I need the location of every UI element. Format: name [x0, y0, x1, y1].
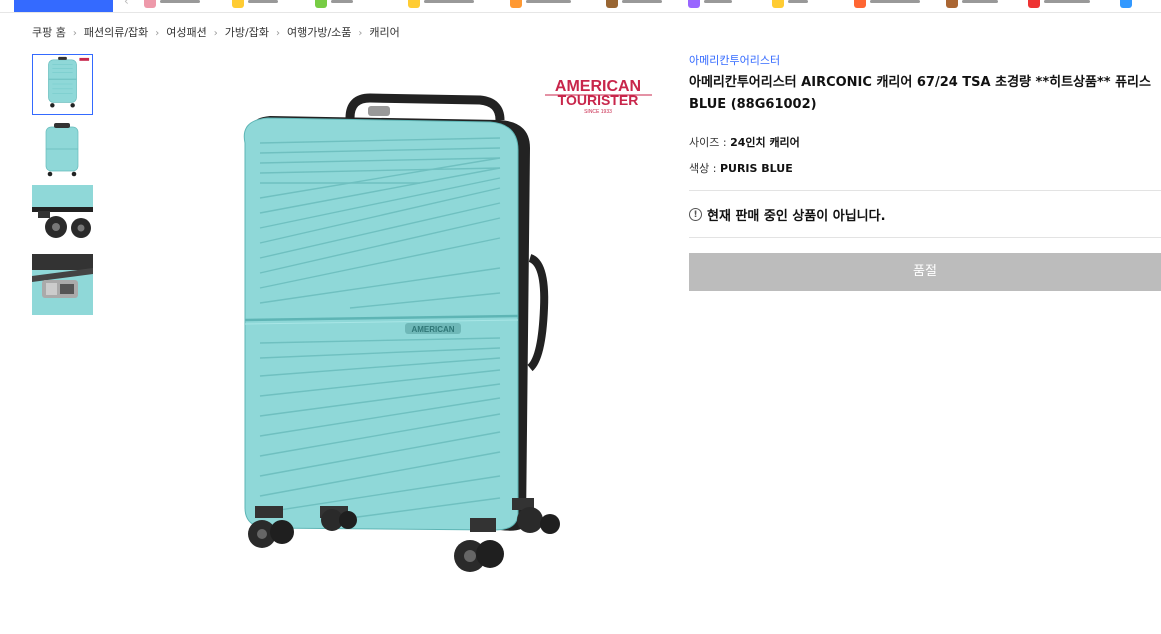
svg-text:AMERICAN: AMERICAN — [411, 325, 454, 334]
chevron-right-icon: › — [213, 28, 218, 39]
quick-link-bar — [140, 0, 1161, 12]
quick-link[interactable] — [408, 0, 474, 8]
product-title-line1: 아메리칸투어리스터 AIRCONIC 캐리어 67/24 TSA 초경량 **히… — [689, 75, 1151, 90]
quick-link[interactable] — [1120, 0, 1132, 8]
svg-text:TOURISTER: TOURISTER — [558, 92, 639, 108]
breadcrumb-travel-bags[interactable]: 여행가방/소품 — [287, 24, 351, 40]
american-tourister-logo: AMERICAN TOURISTER SINCE 1933 — [545, 78, 652, 115]
quick-link[interactable] — [772, 0, 808, 8]
not-on-sale-notice: ! 현재 판매 중인 상품이 아닙니다. — [689, 191, 1161, 237]
quick-link[interactable] — [1028, 0, 1090, 8]
chevron-right-icon: › — [358, 28, 363, 39]
quick-link[interactable] — [854, 0, 920, 8]
thumbnail-wheels[interactable] — [32, 185, 93, 246]
exclamation-circle-icon: ! — [689, 207, 702, 221]
divider — [689, 237, 1161, 238]
option-color: 색상 : PURIS BLUE — [689, 160, 1161, 176]
breadcrumb: 쿠팡 홈 › 패션의류/잡화 › 여성패션 › 가방/잡화 › 여행가방/소품 › 캐리어 — [32, 24, 400, 40]
suitcase-illustration: AMERICAN TOURISTER SINCE 1933 AMERICAN — [243, 78, 652, 572]
quick-link[interactable] — [946, 0, 998, 8]
breadcrumb-bags[interactable]: 가방/잡화 — [225, 24, 269, 40]
option-color-value: PURIS BLUE — [719, 162, 793, 175]
quick-link[interactable] — [510, 0, 571, 8]
breadcrumb-carrier[interactable]: 캐리어 — [369, 24, 399, 40]
notice-text: 현재 판매 중인 상품이 아닙니다. — [707, 208, 886, 224]
product-title-line2: BLUE (88G61002) — [689, 97, 817, 112]
brand-link[interactable]: 아메리칸투어리스터 — [689, 52, 1161, 68]
option-size: 사이즈 : 24인치 캐리어 — [689, 134, 1161, 150]
breadcrumb-home[interactable]: 쿠팡 홈 — [32, 24, 66, 40]
quick-link[interactable] — [144, 0, 200, 8]
nav-prev-icon[interactable]: ‹ — [124, 0, 129, 8]
thumbnail-back[interactable] — [32, 121, 93, 182]
quick-link[interactable] — [606, 0, 662, 8]
breadcrumb-women[interactable]: 여성패션 — [166, 24, 206, 40]
breadcrumb-fashion[interactable]: 패션의류/잡화 — [84, 24, 148, 40]
option-color-label: 색상 : — [689, 162, 720, 175]
quick-link[interactable] — [232, 0, 278, 8]
option-size-value: 24인치 캐리어 — [730, 136, 800, 149]
product-info: 아메리칸투어리스터 아메리칸투어리스터 AIRCONIC 캐리어 67/24 T… — [689, 52, 1161, 291]
chevron-right-icon: › — [72, 28, 77, 39]
thumbnail-lock[interactable] — [32, 254, 93, 315]
thumbnail-front[interactable] — [32, 54, 93, 115]
category-menu-button[interactable] — [14, 0, 113, 12]
chevron-right-icon: › — [155, 28, 160, 39]
chevron-right-icon: › — [275, 28, 280, 39]
quick-link[interactable] — [315, 0, 353, 8]
quick-link[interactable] — [688, 0, 732, 8]
svg-text:SINCE 1933: SINCE 1933 — [584, 109, 612, 115]
option-size-label: 사이즈 : — [689, 136, 731, 149]
product-title: 아메리칸투어리스터 AIRCONIC 캐리어 67/24 TSA 초경량 **히… — [689, 72, 1161, 116]
top-nav-strip: ‹ — [0, 0, 1161, 13]
soldout-button[interactable]: 품절 — [689, 253, 1161, 291]
product-main-image: AMERICAN TOURISTER SINCE 1933 AMERICAN — [200, 58, 680, 588]
